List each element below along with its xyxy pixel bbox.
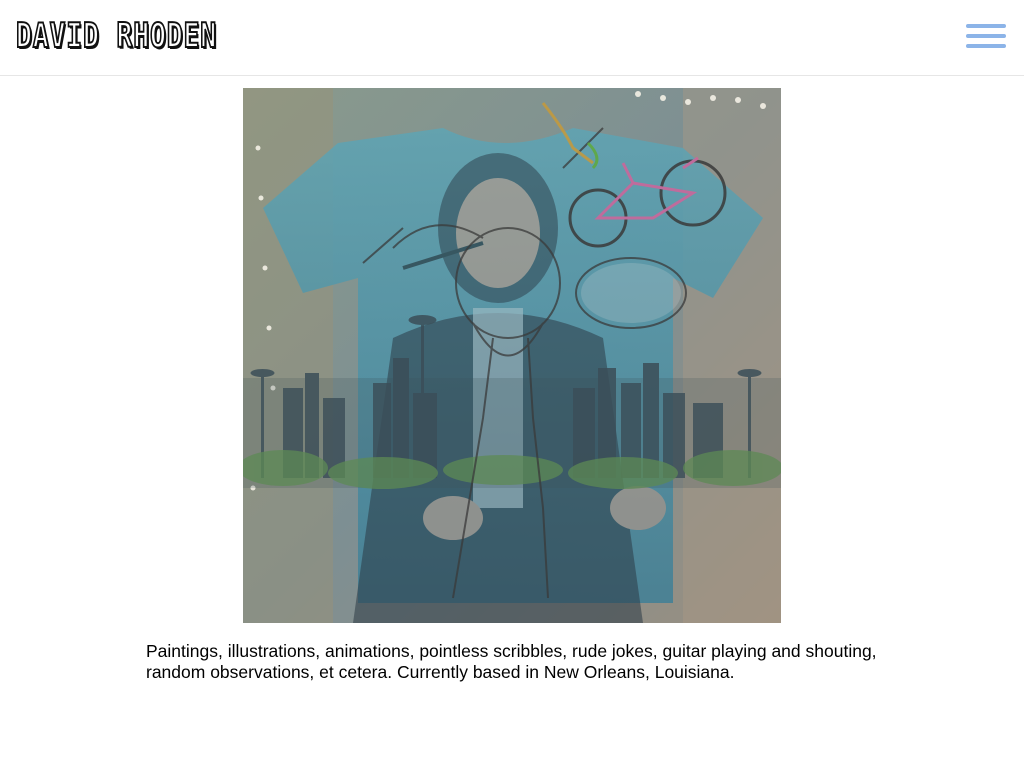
hero-collage-graphic [243,88,781,623]
site-header: DAVID RHODEN [0,0,1024,76]
hamburger-line [966,24,1006,28]
hamburger-line [966,44,1006,48]
menu-button[interactable] [962,20,1008,52]
hamburger-line [966,34,1006,38]
site-logo[interactable]: DAVID RHODEN [15,14,217,58]
bio-text: Paintings, illustrations, animations, po… [146,641,877,682]
hero-image [243,88,781,623]
